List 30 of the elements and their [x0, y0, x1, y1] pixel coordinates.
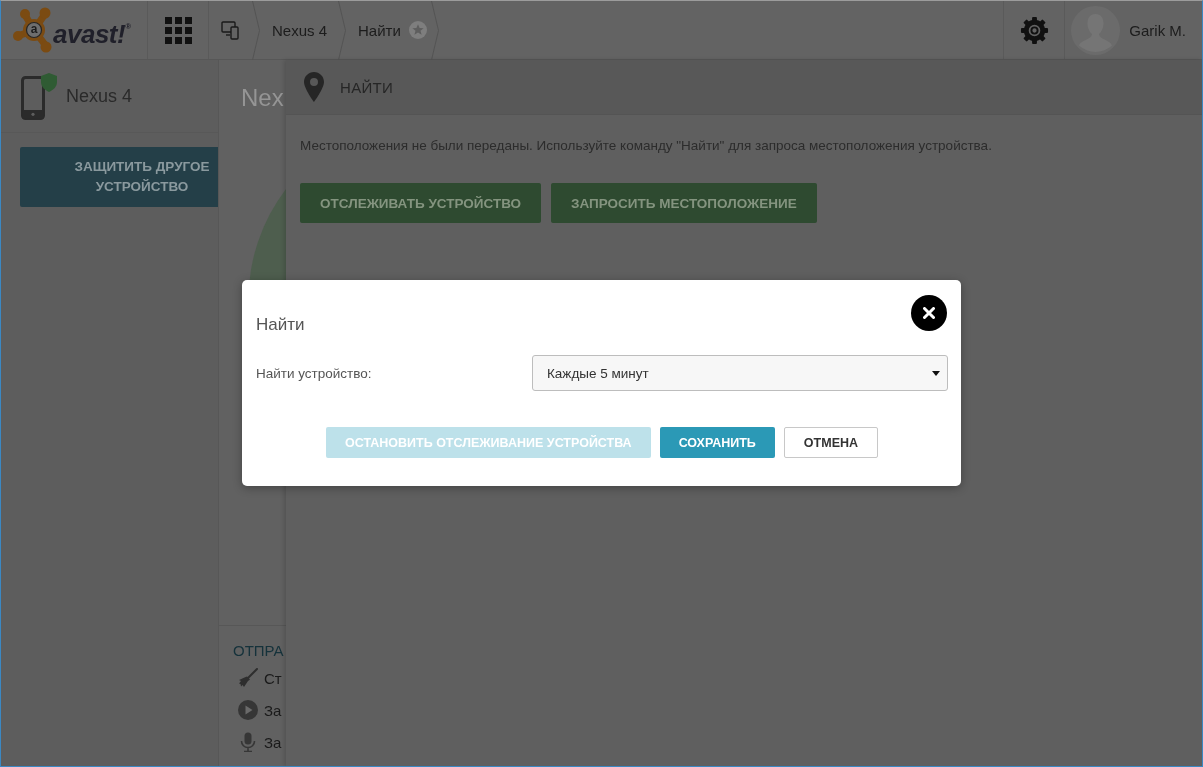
cancel-button[interactable]: ОТМЕНА — [783, 427, 879, 458]
user-name[interactable]: Garik M. — [1129, 21, 1186, 39]
action-link[interactable]: За — [233, 726, 286, 758]
breadcrumb-link[interactable]: Найти — [358, 21, 401, 39]
phone-icon — [21, 76, 45, 120]
action-link[interactable]: За — [233, 694, 286, 726]
close-button[interactable] — [911, 295, 947, 331]
protect-device-button[interactable]: ЗАЩИТИТЬ ДРУГОЕ УСТРОЙСТВО — [20, 147, 218, 207]
caret-icon — [932, 370, 940, 376]
track-device-button[interactable]: ОТСЛЕЖИВАТЬ УСТРОЙСТВО — [300, 183, 542, 223]
section-heading: ОТПРА — [233, 641, 285, 661]
dialog-title: Найти — [256, 315, 305, 335]
logo-text: avast!$^{®}$ — [53, 17, 131, 49]
play-icon — [238, 700, 258, 720]
settings-icon[interactable] — [1019, 15, 1049, 45]
close-icon — [923, 307, 935, 319]
apps-grid-icon[interactable] — [164, 16, 192, 44]
logo-letter: a — [29, 22, 39, 36]
save-button[interactable]: СОХРАНИТЬ — [659, 427, 775, 458]
field-label: Найти устройство: — [256, 365, 373, 381]
microphone-icon — [238, 732, 258, 752]
broom-icon — [238, 668, 258, 688]
frequency-dropdown[interactable]: Каждые 5 минут — [532, 355, 948, 391]
devices-icon[interactable] — [221, 20, 241, 40]
logo-icon — [13, 7, 53, 53]
action-link[interactable]: Ст — [233, 662, 286, 694]
breadcrumb-link[interactable]: Nexus 4 — [272, 21, 328, 39]
location-pin-icon — [304, 72, 324, 102]
request-location-button[interactable]: ЗАПРОСИТЬ МЕСТОПОЛОЖЕНИЕ — [551, 183, 817, 223]
shield-icon — [41, 73, 57, 92]
